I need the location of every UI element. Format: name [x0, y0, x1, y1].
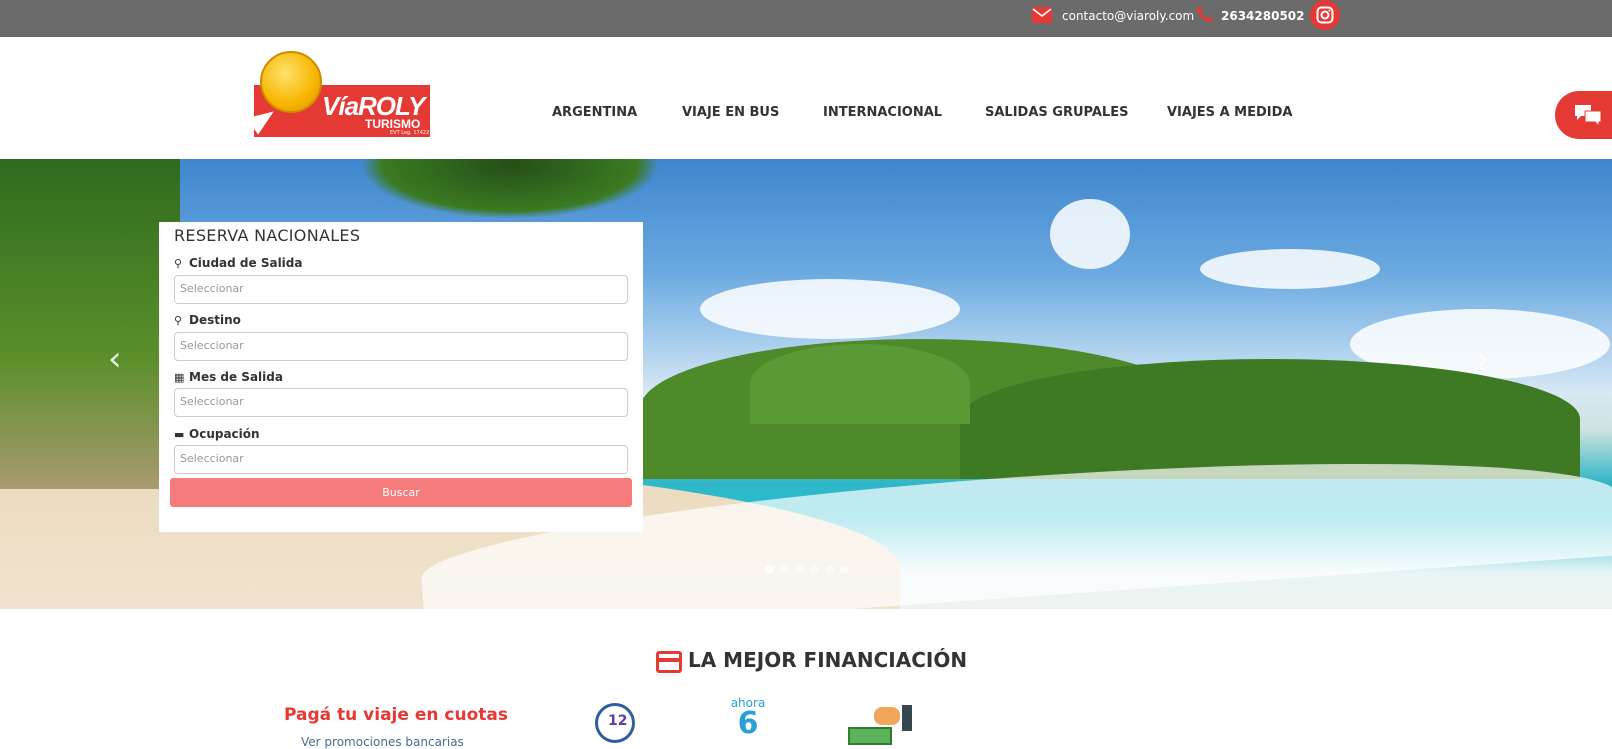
palm-fronds — [360, 159, 660, 219]
site-header: VíaROLY TURISMO EVT Leg. 17422 ARGENTINA… — [0, 37, 1612, 159]
contact-phone[interactable]: 2634280502 — [1221, 9, 1305, 23]
carousel-dot[interactable] — [795, 565, 804, 574]
globe-pin-icon — [260, 51, 322, 113]
booking-title: RESERVA NACIONALES — [174, 226, 361, 245]
contact-email[interactable]: contacto@viaroly.com — [1062, 9, 1194, 23]
cash-payment-icon — [848, 705, 914, 745]
carousel-dot[interactable] — [810, 565, 819, 574]
cuotas-12-logo: 12 — [595, 703, 635, 743]
ahora-6-logo: ahora 6 — [730, 696, 766, 741]
instagram-icon — [1316, 6, 1334, 24]
island-peak — [750, 344, 970, 424]
label-destino: ⚲ Destino — [174, 313, 241, 327]
chevron-right-icon[interactable]: › — [1476, 339, 1490, 379]
financing-title-text: LA MEJOR FINANCIACIÓN — [688, 648, 968, 672]
label-text: Destino — [189, 313, 241, 327]
financing-tagline: Pagá tu viaje en cuotas — [284, 705, 508, 725]
carousel-dot[interactable] — [825, 565, 834, 574]
label-text: Ciudad de Salida — [189, 256, 303, 270]
label-ciudad-salida: ⚲ Ciudad de Salida — [174, 256, 302, 270]
site-logo[interactable]: VíaROLY TURISMO EVT Leg. 17422 — [246, 51, 430, 139]
ahora-number: 6 — [737, 706, 759, 741]
map-marker-icon: ⚲ — [174, 314, 183, 327]
bank-promos-link[interactable]: Ver promociones bancarias — [301, 735, 464, 749]
carousel-dot[interactable] — [780, 565, 789, 574]
carousel-dot[interactable] — [840, 565, 849, 574]
select-ciudad-salida[interactable]: Seleccionar — [174, 275, 628, 304]
search-button[interactable]: Buscar — [170, 478, 632, 507]
select-destino[interactable]: Seleccionar — [174, 332, 628, 361]
logo-subtitle: TURISMO — [365, 117, 421, 131]
chat-button[interactable] — [1555, 91, 1612, 139]
cloud — [1050, 199, 1130, 269]
label-text: Ocupación — [189, 427, 260, 441]
instagram-button[interactable] — [1310, 0, 1340, 30]
carousel-indicators — [765, 559, 855, 578]
booking-form: RESERVA NACIONALES ⚲ Ciudad de Salida Sel… — [159, 222, 643, 532]
chevron-left-icon[interactable]: ‹ — [108, 339, 122, 379]
label-ocupacion: ▬ Ocupación — [174, 427, 260, 441]
label-text: Mes de Salida — [189, 370, 283, 384]
jungle-left — [0, 159, 180, 489]
financing-title: LA MEJOR FINANCIACIÓN — [656, 648, 967, 678]
calendar-icon: ▦ — [174, 371, 185, 384]
phone-icon — [1197, 6, 1213, 22]
nav-item-salidas-grupales[interactable]: SALIDAS GRUPALES — [985, 105, 1128, 120]
select-mes-salida[interactable]: Seleccionar — [174, 388, 628, 417]
badge-12: 12 — [608, 713, 628, 729]
bill — [848, 727, 892, 745]
map-marker-icon: ⚲ — [174, 257, 183, 270]
logo-license: EVT Leg. 17422 — [390, 130, 430, 136]
nav-item-viaje-en-bus[interactable]: VIAJE EN BUS — [682, 105, 779, 120]
mail-icon — [1032, 7, 1052, 23]
nav-item-internacional[interactable]: INTERNACIONAL — [823, 105, 942, 120]
cloud — [1200, 249, 1380, 289]
chat-icon — [1575, 105, 1602, 127]
credit-card-icon — [656, 650, 682, 673]
cuff — [902, 705, 912, 731]
select-ocupacion[interactable]: Seleccionar — [174, 445, 628, 474]
label-mes-salida: ▦ Mes de Salida — [174, 370, 283, 384]
carousel-dot[interactable] — [765, 565, 774, 574]
nav-item-viajes-a-medida[interactable]: VIAJES A MEDIDA — [1167, 105, 1292, 120]
bed-icon: ▬ — [174, 428, 185, 441]
nav-item-argentina[interactable]: ARGENTINA — [552, 105, 637, 120]
hand — [874, 707, 900, 725]
top-bar: contacto@viaroly.com 2634280502 — [0, 0, 1612, 37]
cloud — [700, 279, 960, 339]
